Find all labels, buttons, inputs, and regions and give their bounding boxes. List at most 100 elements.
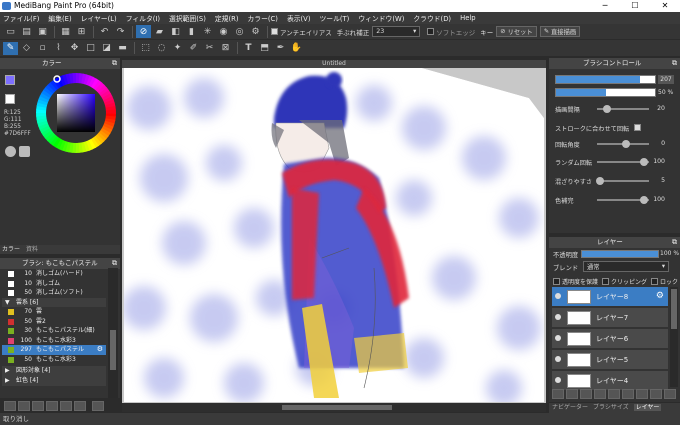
brush-list-scrollbar[interactable]	[108, 268, 118, 398]
eraser-tool-icon[interactable]: ◇	[19, 42, 34, 55]
menu-window[interactable]: ウィンドウ(W)	[358, 13, 404, 23]
canvas-hscrollbar[interactable]	[122, 403, 546, 412]
eyedropper-icon[interactable]: ✒	[273, 42, 288, 55]
circle-snap-icon[interactable]: ◉	[216, 25, 231, 38]
brush-item[interactable]: 10 消しゴム	[2, 279, 106, 289]
menu-view[interactable]: 表示(V)	[287, 13, 311, 23]
slider-knob[interactable]	[595, 177, 604, 185]
tab-navigator[interactable]: ナビゲーター	[552, 404, 588, 411]
visibility-eye-icon[interactable]	[555, 356, 561, 362]
minimize-button[interactable]: ─	[590, 0, 620, 12]
tab-material[interactable]: 資料	[26, 246, 38, 253]
correction-select[interactable]: 23 ▾	[372, 26, 421, 37]
visibility-eye-icon[interactable]	[555, 293, 561, 299]
menu-help[interactable]: Help	[460, 14, 476, 22]
tab-layer[interactable]: レイヤー	[633, 404, 662, 411]
brush-item[interactable]: 50 消しゴム(ソフト)	[2, 288, 106, 298]
add-halftone-layer-icon[interactable]	[566, 389, 578, 399]
brush-item[interactable]: 100 もこもこ水彩3	[2, 336, 106, 346]
maximize-button[interactable]: ☐	[620, 0, 650, 12]
direct-draw-button[interactable]: ✎ 直接描画	[539, 26, 581, 37]
rect-tool-icon[interactable]: □	[83, 42, 98, 55]
soft-edge-checkbox[interactable]	[427, 28, 435, 35]
add-layer-icon[interactable]	[552, 389, 564, 399]
brush-group-header[interactable]: ▶ 虹色 [4]	[2, 376, 106, 386]
radial-snap-icon[interactable]: ✳	[200, 25, 215, 38]
slider-knob[interactable]	[603, 105, 612, 113]
duplicate-layer-icon[interactable]	[594, 389, 606, 399]
layer-list-scrollbar[interactable]	[670, 287, 678, 387]
color-wheel[interactable]	[35, 72, 117, 154]
brush-copy-icon[interactable]	[18, 401, 30, 411]
snap-settings-icon[interactable]: ⚙	[248, 25, 263, 38]
brush-group-header[interactable]: ▶ 図形対象 [4]	[2, 366, 106, 376]
brush-settings-gear-icon[interactable]: ⚙	[97, 345, 103, 355]
redo-icon[interactable]: ↷	[113, 25, 128, 38]
gradient-tool-icon[interactable]: ▬	[115, 42, 130, 55]
panel-expand-icon[interactable]: ⧉	[112, 58, 117, 69]
brush-settings-icon[interactable]	[32, 401, 44, 411]
dot-tool-icon[interactable]: ▫	[35, 42, 50, 55]
menu-ruler[interactable]: 定規(R)	[215, 13, 239, 23]
menu-edit[interactable]: 編集(E)	[48, 13, 71, 23]
menu-file[interactable]: ファイル(F)	[3, 13, 39, 23]
color-history-icon[interactable]	[19, 146, 30, 157]
menu-tool[interactable]: ツール(T)	[319, 13, 349, 23]
brush-folder2-icon[interactable]	[60, 401, 72, 411]
menu-select[interactable]: 選択範囲(S)	[169, 13, 206, 23]
new-file-icon[interactable]: ▭	[3, 25, 18, 38]
snap-off-icon[interactable]: ⊘	[136, 25, 151, 38]
layer-settings-icon[interactable]	[650, 389, 662, 399]
background-color-swatch[interactable]	[5, 94, 15, 104]
magic-wand-icon[interactable]: ✦	[170, 42, 185, 55]
clipping-checkbox[interactable]	[602, 278, 610, 285]
brush-opacity-slider[interactable]	[555, 88, 656, 97]
vanish-snap-icon[interactable]: ▮	[184, 25, 199, 38]
grid-icon[interactable]: ▦	[58, 25, 73, 38]
brush-control-slider-row[interactable]: 回転角度 0	[555, 139, 665, 149]
panel-expand-icon[interactable]: ⧉	[672, 58, 677, 69]
foreground-color-swatch[interactable]	[5, 75, 15, 85]
stroke-rotate-checkbox[interactable]	[634, 124, 642, 131]
protect-alpha-checkbox[interactable]	[553, 278, 560, 285]
move-up-icon[interactable]	[622, 389, 634, 399]
divide-tool-icon[interactable]: ⊠	[218, 42, 233, 55]
slider-track[interactable]	[597, 180, 649, 182]
brush-control-slider-row[interactable]: 描画間隔 20	[555, 104, 665, 114]
menu-filter[interactable]: フィルタ(I)	[126, 13, 160, 23]
brush-item[interactable]: 50 雲2	[2, 317, 106, 327]
curve-snap-icon[interactable]: ◎	[232, 25, 247, 38]
brush-delete-icon[interactable]	[92, 401, 104, 411]
blend-select[interactable]: 通常 ▾	[583, 261, 669, 272]
visibility-eye-icon[interactable]	[555, 335, 561, 341]
lasso-tool-icon[interactable]: ◌	[154, 42, 169, 55]
brush-tool-icon[interactable]: ✎	[3, 41, 18, 55]
brush-item[interactable]: 30 もこもこパステル(細)	[2, 326, 106, 336]
undo-icon[interactable]: ↶	[97, 25, 112, 38]
brush-control-slider-row[interactable]: ランダム回転 100	[555, 157, 665, 167]
slider-knob[interactable]	[621, 140, 630, 148]
menu-cloud[interactable]: クラウド(D)	[413, 13, 451, 23]
brush-folder-icon[interactable]	[46, 401, 58, 411]
select-tool-icon[interactable]: ⬚	[138, 42, 153, 55]
move-tool-icon[interactable]: ✥	[67, 42, 82, 55]
antialias-checkbox[interactable]	[271, 28, 278, 35]
lock-checkbox[interactable]	[651, 278, 659, 285]
document-tab[interactable]: Untitled	[122, 60, 546, 68]
text-tool-icon[interactable]: T	[241, 42, 256, 55]
parallel-snap-icon[interactable]: ▰	[152, 25, 167, 38]
add-folder-icon[interactable]	[580, 389, 592, 399]
hand-tool-icon[interactable]: ✋	[289, 42, 304, 55]
layer-row[interactable]: レイヤー5	[552, 350, 668, 370]
brush-cloud-icon[interactable]	[74, 401, 86, 411]
slider-knob[interactable]	[639, 158, 648, 166]
menu-layer[interactable]: レイヤー(L)	[81, 13, 117, 23]
canvas-artwork[interactable]	[124, 68, 544, 402]
delete-layer-icon[interactable]	[664, 389, 676, 399]
fill-tool-icon[interactable]: ◪	[99, 42, 114, 55]
brush-group-header[interactable]: ▼ 雲系 [6]	[2, 297, 106, 307]
select-pen-icon[interactable]: ✐	[186, 42, 201, 55]
cross-snap-icon[interactable]: ◧	[168, 25, 183, 38]
slider-knob[interactable]	[639, 196, 648, 204]
close-button[interactable]: ✕	[650, 0, 680, 12]
